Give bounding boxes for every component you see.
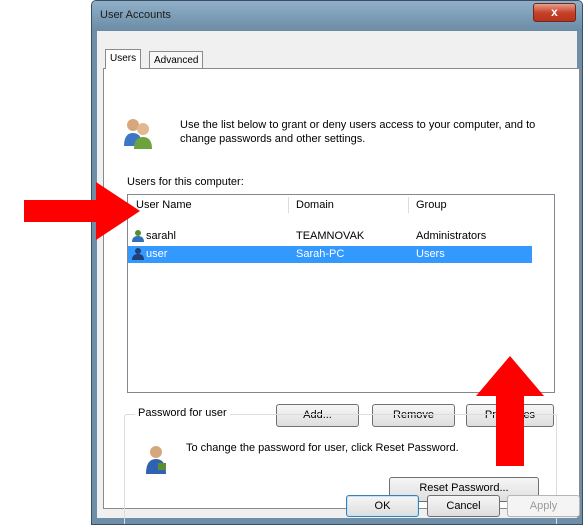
annotation-arrow-up-icon: [476, 356, 544, 466]
row-user-name: sarahl: [146, 230, 176, 242]
user-row-icon: [132, 248, 144, 260]
tab-users-label: Users: [110, 53, 137, 64]
intro-text: Use the list below to grant or deny user…: [180, 119, 536, 145]
ok-button[interactable]: OK: [346, 495, 419, 517]
close-icon: x: [551, 5, 558, 19]
table-row[interactable]: sarahl TEAMNOVAK Administrators: [128, 228, 554, 245]
title-bar[interactable]: User Accounts x: [92, 1, 582, 31]
password-help-text: To change the password for user, click R…: [186, 442, 459, 454]
list-header: User Name Domain Group: [128, 195, 554, 215]
table-row-selected[interactable]: user Sarah-PC Users: [128, 246, 532, 263]
row-user-name: user: [146, 248, 168, 260]
cancel-button[interactable]: Cancel: [427, 495, 500, 517]
users-list-label: Users for this computer:: [127, 176, 244, 188]
window-title: User Accounts: [100, 9, 171, 21]
apply-button[interactable]: Apply: [507, 495, 580, 517]
tab-advanced-label: Advanced: [154, 55, 199, 66]
password-icon: [146, 446, 166, 474]
column-divider[interactable]: [408, 197, 409, 213]
tab-advanced[interactable]: Advanced: [149, 51, 204, 69]
row-group: Users: [416, 248, 445, 260]
column-header-group[interactable]: Group: [416, 199, 447, 211]
row-group: Administrators: [416, 230, 487, 242]
column-header-user-name[interactable]: User Name: [136, 199, 192, 211]
annotation-arrow-right-icon: [24, 182, 140, 240]
row-domain: TEAMNOVAK: [296, 230, 365, 242]
users-icon: [124, 119, 152, 149]
password-group-title: Password for user: [135, 407, 230, 419]
tab-users[interactable]: Users: [105, 49, 142, 69]
row-domain: Sarah-PC: [296, 248, 345, 260]
column-header-domain[interactable]: Domain: [296, 199, 334, 211]
column-divider[interactable]: [288, 197, 289, 213]
close-button[interactable]: x: [533, 3, 576, 22]
